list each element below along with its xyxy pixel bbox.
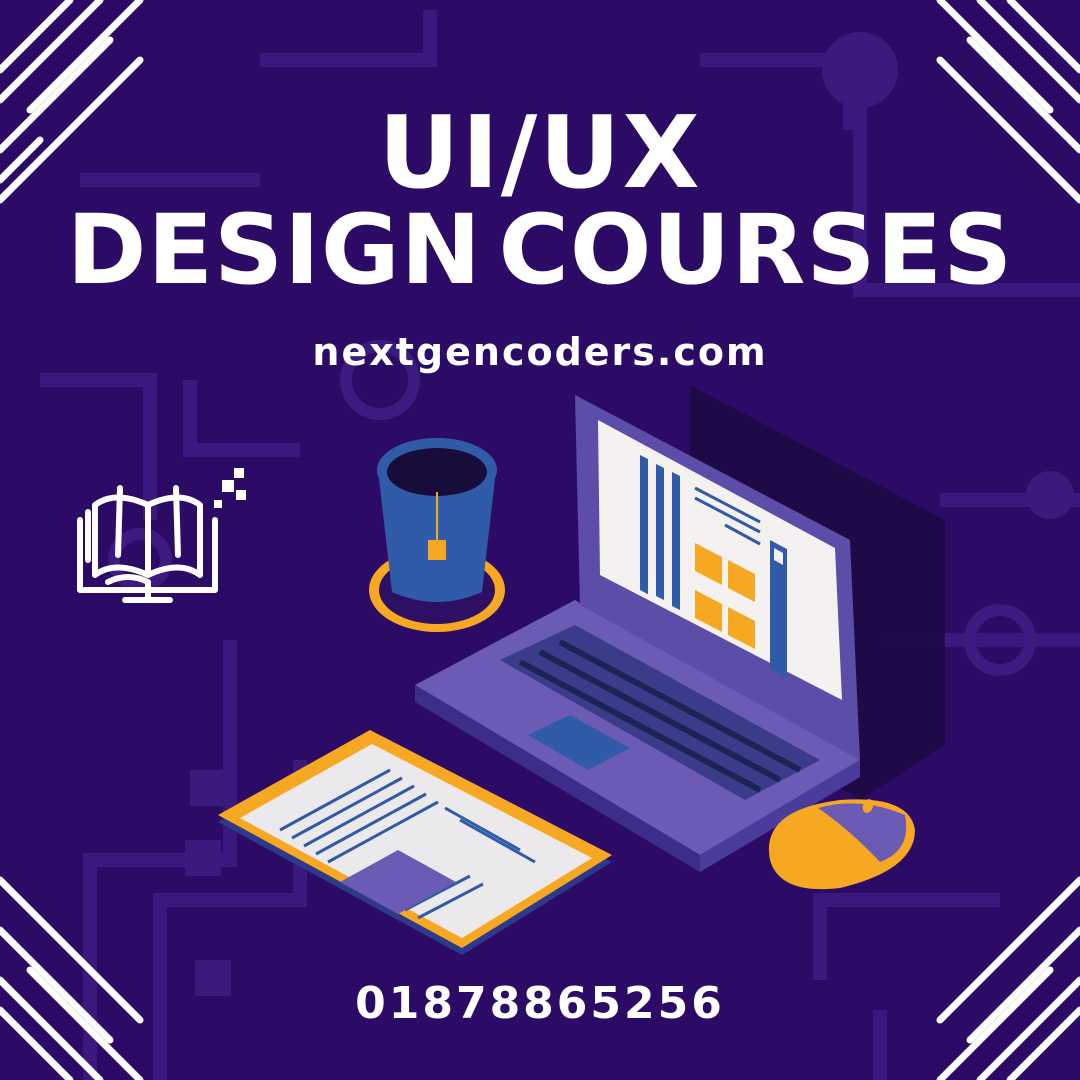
phone-number: 01878865256 <box>355 978 725 1029</box>
open-book-icon <box>77 485 218 603</box>
pixel-squares-icon <box>214 468 246 508</box>
poster: UI/UX DESIGN COURSES nextgencoders.com 0… <box>0 0 1080 1080</box>
tea-cup-illustration <box>369 438 505 632</box>
